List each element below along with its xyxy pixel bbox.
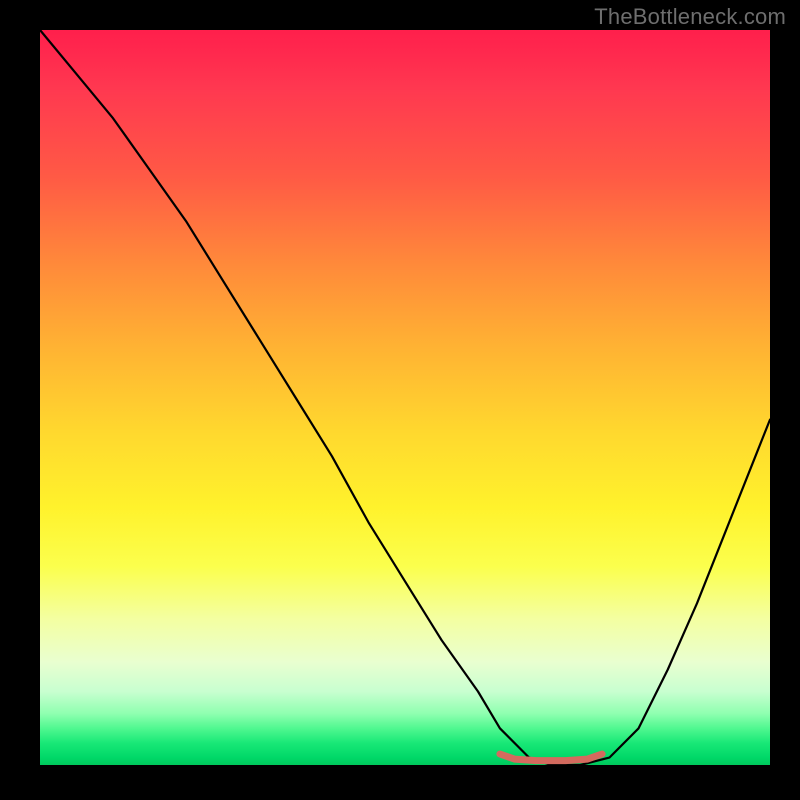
plot-area [40,30,770,765]
chart-frame: TheBottleneck.com [0,0,800,800]
plot-svg [40,30,770,765]
watermark-text: TheBottleneck.com [594,4,786,30]
main-curve [40,30,770,765]
bottom-marker [500,754,602,761]
